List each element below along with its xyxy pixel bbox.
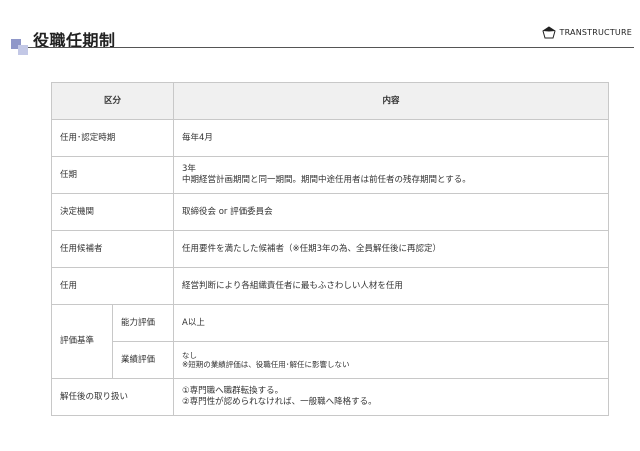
title-divider	[28, 47, 634, 48]
table-row: 任用 経営判断により各組織責任者に最もふさわしい人材を任用	[50, 267, 610, 305]
row-label: 任用	[50, 267, 175, 305]
table-row: 解任後の取り扱い ①専門職へ職群転換する。 ②専門性が認められなければ、一般職へ…	[50, 378, 610, 416]
pentagon-logo-icon	[541, 26, 556, 39]
row-content: 3年 中期経営計画期間と同一期間。期間中途任用者は前任者の残存期間とする。	[173, 156, 610, 194]
row-content-line: ①専門職へ職群転換する。	[182, 386, 284, 397]
row-sublabel: 業績評価	[111, 341, 175, 379]
table-row: 任用候補者 任用要件を満たした候補者（※任期3年の為、全員解任後に再認定）	[50, 230, 610, 268]
row-label: 任期	[50, 156, 175, 194]
table-row: 業績評価 なし ※短期の業績評価は、役職任用･解任に影響しない	[52, 341, 610, 379]
row-content-line: 中期経営計画期間と同一期間。期間中途任用者は前任者の残存期間とする。	[182, 175, 471, 185]
row-content: 任用要件を満たした候補者（※任期3年の為、全員解任後に再認定）	[173, 230, 610, 268]
table-row: 任期 3年 中期経営計画期間と同一期間。期間中途任用者は前任者の残存期間とする。	[50, 156, 610, 194]
row-content: 毎年4月	[173, 119, 610, 157]
header-category: 区分	[50, 82, 175, 120]
logo-text: TRANSTRUCTURE	[559, 28, 632, 37]
row-content: 取締役会 or 評価委員会	[173, 193, 610, 231]
table-row: 評価基準 能力評価 A以上	[51, 304, 610, 379]
row-label: 解任後の取り扱い	[50, 378, 175, 416]
term-policy-table: 区分 内容 任用･認定時期 毎年4月 任期 3年 中期経営計画期間と同一期間。期…	[50, 82, 610, 416]
header-content: 内容	[173, 82, 610, 120]
row-sublabel: 能力評価	[111, 304, 175, 342]
row-content: ①専門職へ職群転換する。 ②専門性が認められなければ、一般職へ降格する。	[173, 378, 610, 416]
row-label: 決定機関	[50, 193, 175, 231]
table-header-row: 区分 内容	[50, 82, 610, 120]
accent-square-light	[18, 45, 28, 55]
row-content: 経営判断により各組織責任者に最もふさわしい人材を任用	[173, 267, 610, 305]
row-content-line: ※短期の業績評価は、役職任用･解任に影響しない	[182, 360, 350, 369]
row-label: 任用候補者	[50, 230, 175, 268]
row-label: 任用･認定時期	[50, 119, 175, 157]
table-row: 決定機関 取締役会 or 評価委員会	[50, 193, 610, 231]
table-row: 任用･認定時期 毎年4月	[50, 119, 610, 157]
row-content-line: ②専門性が認められなければ、一般職へ降格する。	[182, 397, 377, 407]
row-content-line: なし	[182, 350, 198, 360]
row-label: 評価基準	[51, 304, 113, 379]
company-logo: TRANSTRUCTURE	[541, 26, 633, 39]
row-content: A以上	[173, 304, 610, 342]
row-content-line: 3年	[182, 164, 196, 175]
row-content: なし ※短期の業績評価は、役職任用･解任に影響しない	[173, 341, 610, 379]
